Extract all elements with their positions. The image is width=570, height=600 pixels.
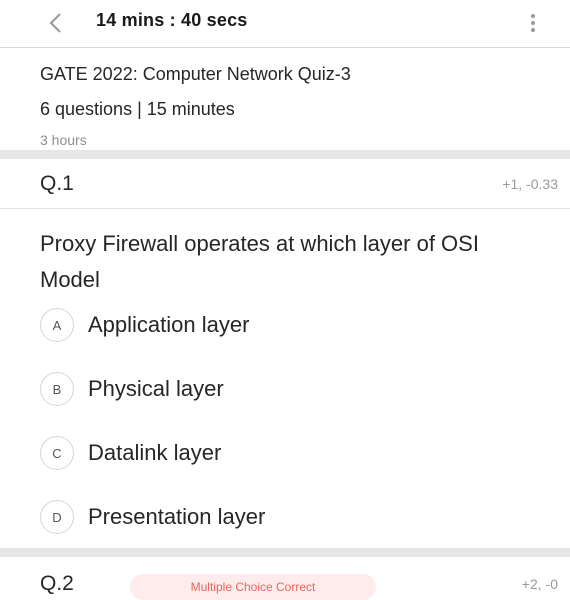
option-d[interactable]: D Presentation layer: [40, 497, 265, 537]
section-divider: [0, 150, 570, 159]
option-c[interactable]: C Datalink layer: [40, 433, 221, 473]
chevron-left-icon: [49, 13, 61, 33]
timer: 14 mins : 40 secs: [96, 10, 248, 30]
option-letter: A: [40, 308, 74, 342]
more-vertical-icon-dot: [531, 28, 535, 32]
question-number: Q.1: [40, 172, 74, 195]
more-vertical-icon-dot: [531, 21, 535, 25]
back-button[interactable]: [40, 8, 70, 38]
question-text: Proxy Firewall operates at which layer o…: [40, 231, 479, 292]
option-label: Physical layer: [88, 376, 224, 401]
more-vertical-icon: [531, 14, 535, 18]
option-label: Presentation layer: [88, 504, 266, 529]
quiz-meta: 6 questions | 15 minutes: [40, 99, 235, 119]
option-label: Datalink layer: [88, 440, 222, 465]
quiz-time: 3 hours: [40, 132, 87, 148]
option-letter: C: [40, 436, 74, 470]
option-letter: B: [40, 372, 74, 406]
question-header-divider: [0, 208, 570, 209]
question-marks: +2, -0: [521, 576, 558, 592]
option-label: Application layer: [88, 312, 250, 337]
option-b[interactable]: B Physical layer: [40, 369, 224, 409]
question-number: Q.2: [40, 572, 74, 595]
question-marks: +1, -0.33: [502, 176, 558, 192]
option-a[interactable]: A Application layer: [40, 305, 249, 345]
quiz-title: GATE 2022: Computer Network Quiz-3: [40, 64, 351, 84]
more-options-button[interactable]: [518, 8, 548, 38]
option-letter: D: [40, 500, 74, 534]
top-bar: 14 mins : 40 secs: [0, 0, 570, 48]
question-type-badge: Multiple Choice Correct: [130, 574, 376, 600]
section-divider: [0, 548, 570, 557]
